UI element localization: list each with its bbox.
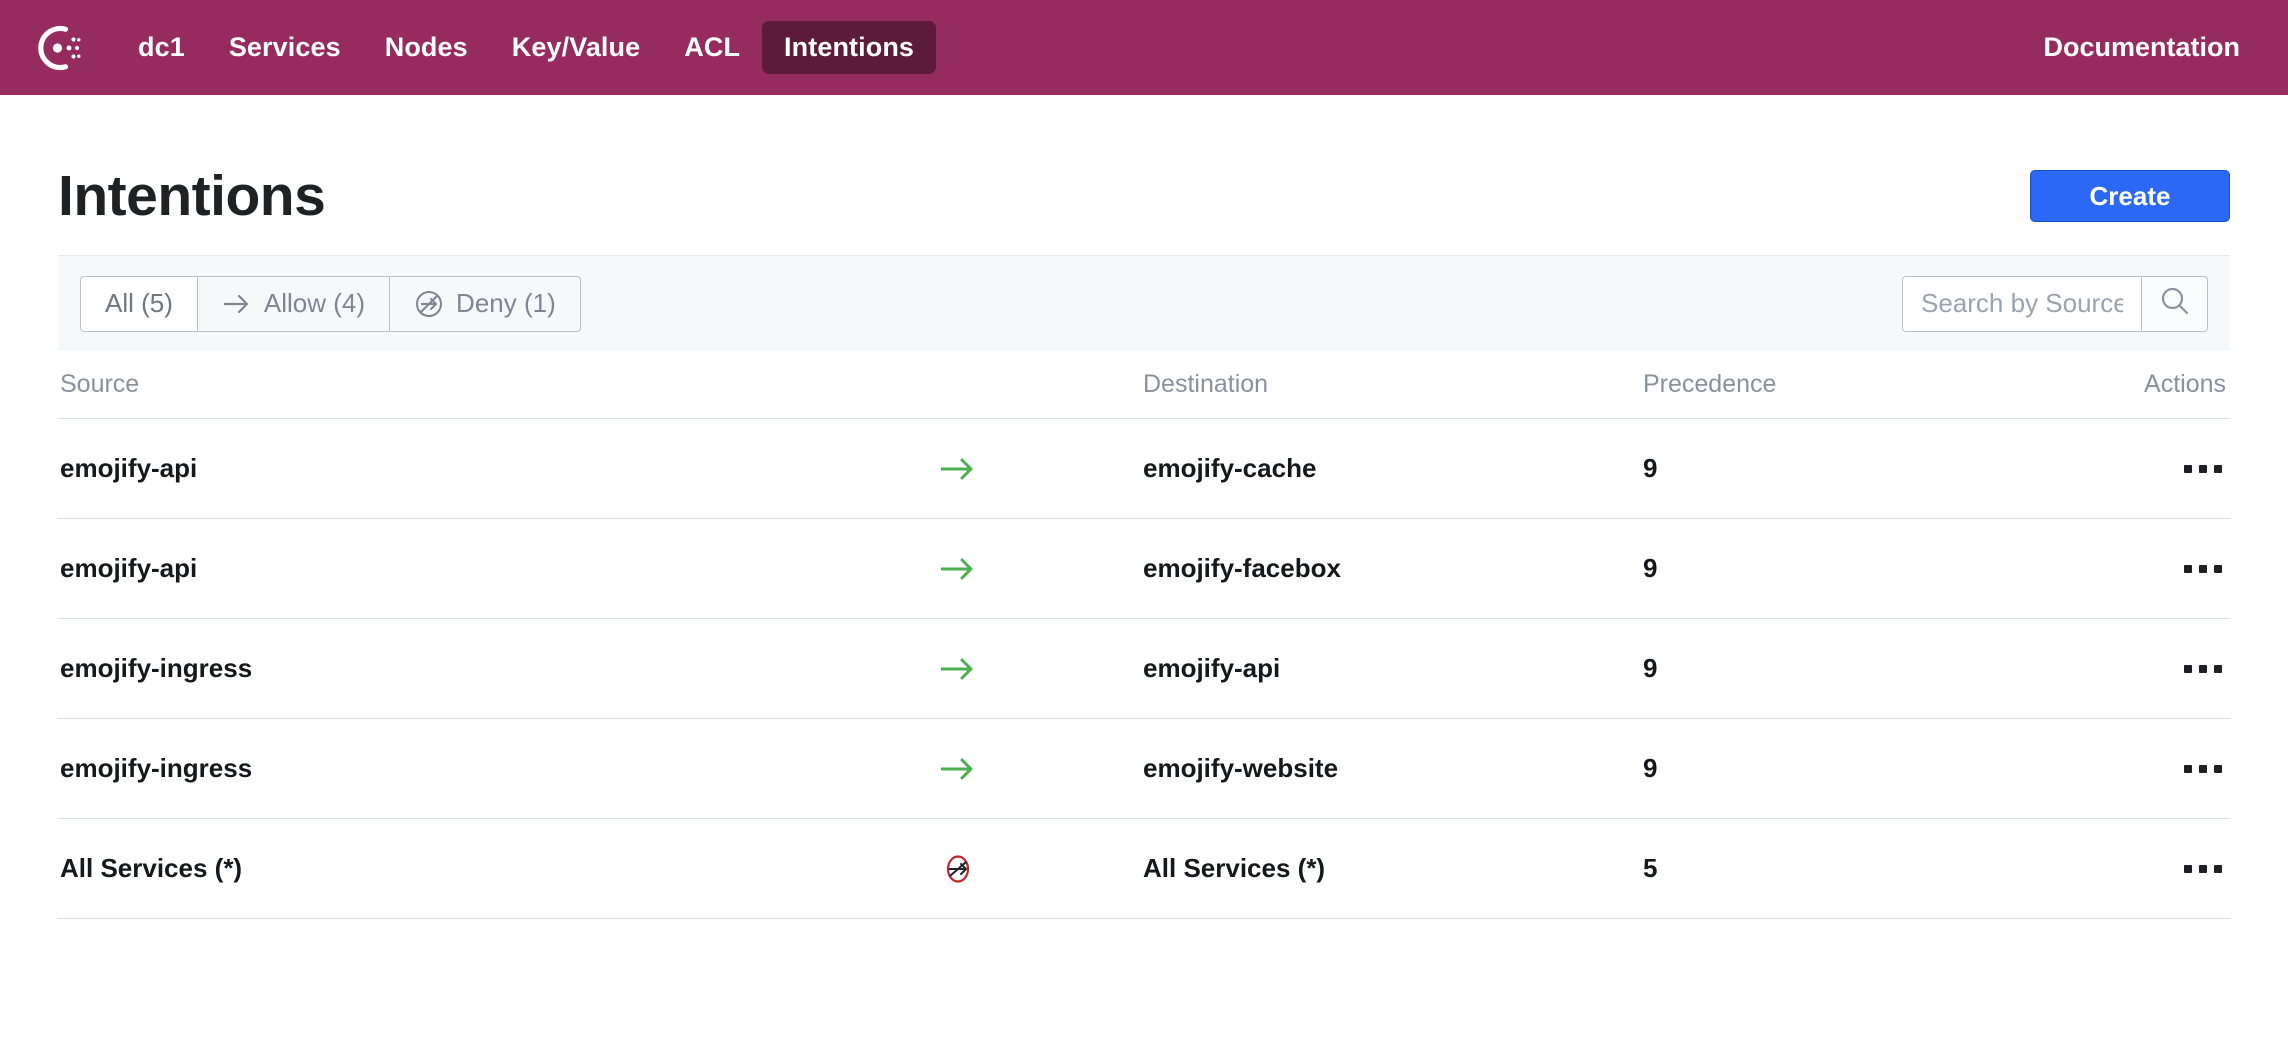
cell-source: emojify-api	[60, 453, 198, 483]
filter-tab-deny-label: Deny (1)	[456, 288, 556, 318]
filter-segmented-control: All (5) Allow (4) Deny (1)	[80, 275, 581, 332]
filter-toolbar: All (5) Allow (4) Deny (1) Search by Sou…	[58, 255, 2230, 351]
filter-tab-allow[interactable]: Allow (4)	[198, 276, 391, 331]
table-header-row: Source Destination Precedence Actions	[58, 351, 2230, 419]
cell-destination: emojify-website	[1143, 753, 1339, 783]
cell-destination: All Services (*)	[1143, 853, 1326, 883]
table-row[interactable]: All Services (*) All Services (*) 5	[58, 819, 2230, 919]
cell-source: emojify-api	[60, 553, 198, 583]
arrow-right-icon	[222, 293, 252, 315]
column-header-precedence: Precedence	[1643, 370, 1777, 398]
nav-item-dc1[interactable]: dc1	[116, 21, 207, 74]
nav-right-group: Documentation	[2035, 21, 2248, 74]
cell-actions	[2043, 655, 2230, 683]
more-horizontal-icon[interactable]	[2180, 655, 2226, 683]
cell-action-allow-icon	[773, 455, 1143, 483]
cell-actions	[2043, 455, 2230, 483]
table-row[interactable]: emojify-api emojify-facebox 9	[58, 519, 2230, 619]
cell-actions	[2043, 855, 2230, 883]
cell-destination: emojify-api	[1143, 653, 1281, 683]
column-header-source: Source	[60, 370, 140, 398]
cell-action-allow-icon	[773, 755, 1143, 783]
cell-action-deny-icon	[773, 852, 1143, 886]
cell-precedence: 9	[1643, 553, 1658, 583]
cell-precedence: 9	[1643, 653, 1658, 683]
table-row[interactable]: emojify-api emojify-cache 9	[58, 419, 2230, 519]
page-content: Intentions Create All (5) Allow (4) Deny…	[0, 95, 2288, 919]
create-button[interactable]: Create	[2030, 170, 2230, 222]
table-row[interactable]: emojify-ingress emojify-api 9	[58, 619, 2230, 719]
table-row[interactable]: emojify-ingress emojify-website 9	[58, 719, 2230, 819]
cell-source: All Services (*)	[60, 853, 243, 883]
cell-actions	[2043, 755, 2230, 783]
nav-item-intentions[interactable]: Intentions	[762, 21, 937, 74]
cell-source: emojify-ingress	[60, 753, 253, 783]
more-horizontal-icon[interactable]	[2180, 855, 2226, 883]
cell-precedence: 9	[1643, 753, 1658, 783]
column-header-actions: Actions	[2144, 370, 2226, 398]
cell-destination: emojify-cache	[1143, 453, 1317, 483]
documentation-link[interactable]: Documentation	[2035, 21, 2248, 74]
nav-item-services[interactable]: Services	[207, 21, 363, 74]
column-header-destination: Destination	[1143, 370, 1269, 398]
search-button[interactable]	[2141, 276, 2207, 331]
cell-actions	[2043, 555, 2230, 583]
nav-item-acl[interactable]: ACL	[662, 21, 762, 74]
cell-action-allow-icon	[773, 655, 1143, 683]
filter-tab-all[interactable]: All (5)	[81, 276, 198, 331]
search-input[interactable]	[1903, 276, 2141, 331]
consul-logo-icon[interactable]	[32, 21, 86, 75]
cell-action-allow-icon	[773, 555, 1143, 583]
search-box	[1902, 275, 2208, 332]
cell-precedence: 5	[1643, 853, 1658, 883]
cell-precedence: 9	[1643, 453, 1658, 483]
search-icon	[2158, 284, 2192, 323]
more-horizontal-icon[interactable]	[2180, 555, 2226, 583]
filter-tab-all-label: All (5)	[105, 288, 173, 318]
deny-arrow-icon	[414, 289, 444, 319]
filter-tab-allow-label: Allow (4)	[263, 288, 366, 318]
nav-item-list: dc1 Services Nodes Key/Value ACL Intenti…	[116, 21, 937, 74]
top-navigation-bar: dc1 Services Nodes Key/Value ACL Intenti…	[0, 0, 2288, 95]
page-header: Intentions Create	[58, 95, 2230, 255]
more-horizontal-icon[interactable]	[2180, 455, 2226, 483]
page-title: Intentions	[58, 163, 326, 228]
nav-item-nodes[interactable]: Nodes	[363, 21, 490, 74]
intentions-table: Source Destination Precedence Actions em…	[58, 351, 2230, 919]
filter-tab-deny[interactable]: Deny (1)	[390, 277, 580, 331]
more-horizontal-icon[interactable]	[2180, 755, 2226, 783]
nav-item-key-value[interactable]: Key/Value	[490, 21, 662, 74]
cell-destination: emojify-facebox	[1143, 553, 1341, 583]
cell-source: emojify-ingress	[60, 653, 253, 683]
